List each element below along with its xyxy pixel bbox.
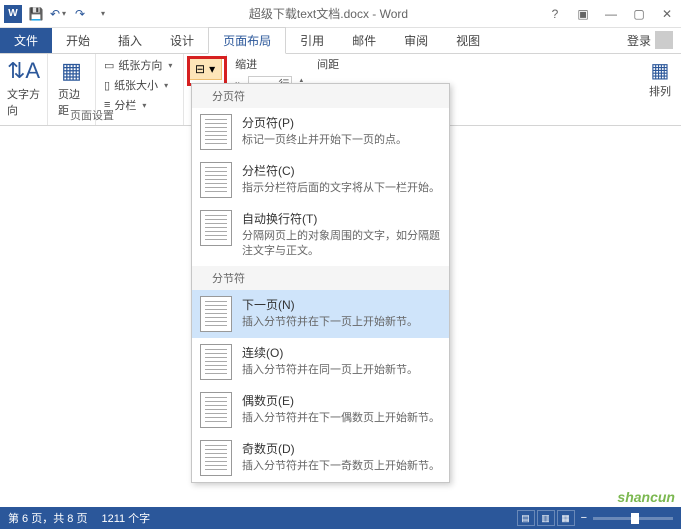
margins-icon: ▦ bbox=[61, 58, 82, 84]
dropdown-item-desc: 插入分节符并在下一奇数页上开始新节。 bbox=[242, 459, 441, 474]
break-type-icon bbox=[200, 440, 232, 476]
text-direction-icon: ⇅A bbox=[7, 58, 40, 84]
dropdown-item[interactable]: 自动换行符(T) 分隔网页上的对象周围的文字，如分隔题注文字与正文。 bbox=[192, 204, 449, 266]
indent-label: 缩进 bbox=[235, 56, 257, 72]
dropdown-item-desc: 标记一页终止并开始下一页的点。 bbox=[242, 133, 441, 148]
help-icon[interactable]: ? bbox=[545, 4, 565, 24]
dropdown-item[interactable]: 分栏符(C) 指示分栏符后面的文字将从下一栏开始。 bbox=[192, 156, 449, 204]
dropdown-item-desc: 指示分栏符后面的文字将从下一栏开始。 bbox=[242, 181, 441, 196]
breaks-button[interactable]: ⊟▾ bbox=[188, 58, 222, 80]
view-buttons: ▤ ▥ ▦ bbox=[517, 510, 575, 526]
view-print-icon[interactable]: ▥ bbox=[537, 510, 555, 526]
dropdown-item-title: 分栏符(C) bbox=[242, 162, 441, 179]
dropdown-item-title: 偶数页(E) bbox=[242, 392, 441, 409]
dropdown-item-title: 下一页(N) bbox=[242, 296, 441, 313]
break-type-icon bbox=[200, 210, 232, 246]
arrange-button[interactable]: ▦ 排列 bbox=[639, 54, 681, 125]
text-direction-button[interactable]: ⇅A 文字方向 bbox=[3, 56, 44, 120]
dropdown-section-page-breaks: 分页符 bbox=[192, 84, 449, 108]
tab-insert[interactable]: 插入 bbox=[104, 28, 156, 53]
undo-icon[interactable]: ↶▾ bbox=[48, 4, 68, 24]
break-type-icon bbox=[200, 344, 232, 380]
group-label-pagesetup: 页面设置 bbox=[70, 107, 114, 123]
view-read-icon[interactable]: ▤ bbox=[517, 510, 535, 526]
break-type-icon bbox=[200, 162, 232, 198]
break-type-icon bbox=[200, 296, 232, 332]
dropdown-item[interactable]: 分页符(P) 标记一页终止并开始下一页的点。 bbox=[192, 108, 449, 156]
dropdown-item[interactable]: 偶数页(E) 插入分节符并在下一偶数页上开始新节。 bbox=[192, 386, 449, 434]
zoom-out-icon[interactable]: − bbox=[581, 512, 587, 524]
tab-references[interactable]: 引用 bbox=[286, 28, 338, 53]
tab-review[interactable]: 审阅 bbox=[390, 28, 442, 53]
ribbon-options-icon[interactable]: ▣ bbox=[573, 4, 593, 24]
dropdown-item-desc: 插入分节符并在下一偶数页上开始新节。 bbox=[242, 411, 441, 426]
watermark: shancun bbox=[617, 489, 675, 505]
document-title: 超级下载text文档.docx - Word bbox=[112, 5, 545, 22]
qat-customize-icon[interactable]: ▾ bbox=[92, 4, 112, 24]
save-icon[interactable]: 💾 bbox=[26, 4, 46, 24]
minimize-icon[interactable]: — bbox=[601, 4, 621, 24]
restore-icon[interactable]: ▢ bbox=[629, 4, 649, 24]
orientation-button[interactable]: ▭ 纸张方向▾ bbox=[102, 56, 174, 74]
dropdown-item-title: 奇数页(D) bbox=[242, 440, 441, 457]
title-bar: W 💾 ↶▾ ↷ ▾ 超级下载text文档.docx - Word ? ▣ — … bbox=[0, 0, 681, 28]
size-button[interactable]: ▯ 纸张大小▾ bbox=[102, 76, 174, 94]
status-page[interactable]: 第 6 页，共 8 页 bbox=[8, 510, 87, 526]
dropdown-item[interactable]: 连续(O) 插入分节符并在同一页上开始新节。 bbox=[192, 338, 449, 386]
tab-design[interactable]: 设计 bbox=[156, 28, 208, 53]
status-bar: 第 6 页，共 8 页 1211 个字 ▤ ▥ ▦ − bbox=[0, 507, 681, 529]
redo-icon[interactable]: ↷ bbox=[70, 4, 90, 24]
dropdown-item[interactable]: 下一页(N) 插入分节符并在下一页上开始新节。 bbox=[192, 290, 449, 338]
dropdown-section-section-breaks: 分节符 bbox=[192, 266, 449, 290]
tab-file[interactable]: 文件 bbox=[0, 28, 52, 53]
spacing-label: 间距 bbox=[317, 56, 339, 72]
zoom-slider[interactable] bbox=[593, 517, 673, 520]
tab-home[interactable]: 开始 bbox=[52, 28, 104, 53]
breaks-dropdown: 分页符 分页符(P) 标记一页终止并开始下一页的点。分栏符(C) 指示分栏符后面的文… bbox=[191, 83, 450, 483]
view-web-icon[interactable]: ▦ bbox=[557, 510, 575, 526]
close-icon[interactable]: ✕ bbox=[657, 4, 677, 24]
dropdown-item-desc: 分隔网页上的对象周围的文字，如分隔题注文字与正文。 bbox=[242, 229, 441, 260]
break-type-icon bbox=[200, 114, 232, 150]
breaks-icon: ⊟ bbox=[195, 62, 205, 76]
dropdown-item-title: 自动换行符(T) bbox=[242, 210, 441, 227]
break-type-icon bbox=[200, 392, 232, 428]
word-icon: W bbox=[4, 5, 22, 23]
arrange-icon: ▦ bbox=[651, 58, 670, 83]
avatar-icon bbox=[655, 31, 673, 49]
dropdown-item-desc: 插入分节符并在同一页上开始新节。 bbox=[242, 363, 441, 378]
dropdown-item[interactable]: 奇数页(D) 插入分节符并在下一奇数页上开始新节。 bbox=[192, 434, 449, 482]
status-words[interactable]: 1211 个字 bbox=[101, 510, 150, 526]
ribbon-tabs: 文件 开始 插入 设计 页面布局 引用 邮件 审阅 视图 登录 bbox=[0, 28, 681, 54]
tab-mailings[interactable]: 邮件 bbox=[338, 28, 390, 53]
dropdown-item-title: 连续(O) bbox=[242, 344, 441, 361]
tab-view[interactable]: 视图 bbox=[442, 28, 494, 53]
tab-layout[interactable]: 页面布局 bbox=[208, 27, 286, 54]
login-button[interactable]: 登录 bbox=[619, 27, 681, 53]
dropdown-item-title: 分页符(P) bbox=[242, 114, 441, 131]
dropdown-item-desc: 插入分节符并在下一页上开始新节。 bbox=[242, 315, 441, 330]
quick-access-toolbar: 💾 ↶▾ ↷ ▾ bbox=[26, 4, 112, 24]
